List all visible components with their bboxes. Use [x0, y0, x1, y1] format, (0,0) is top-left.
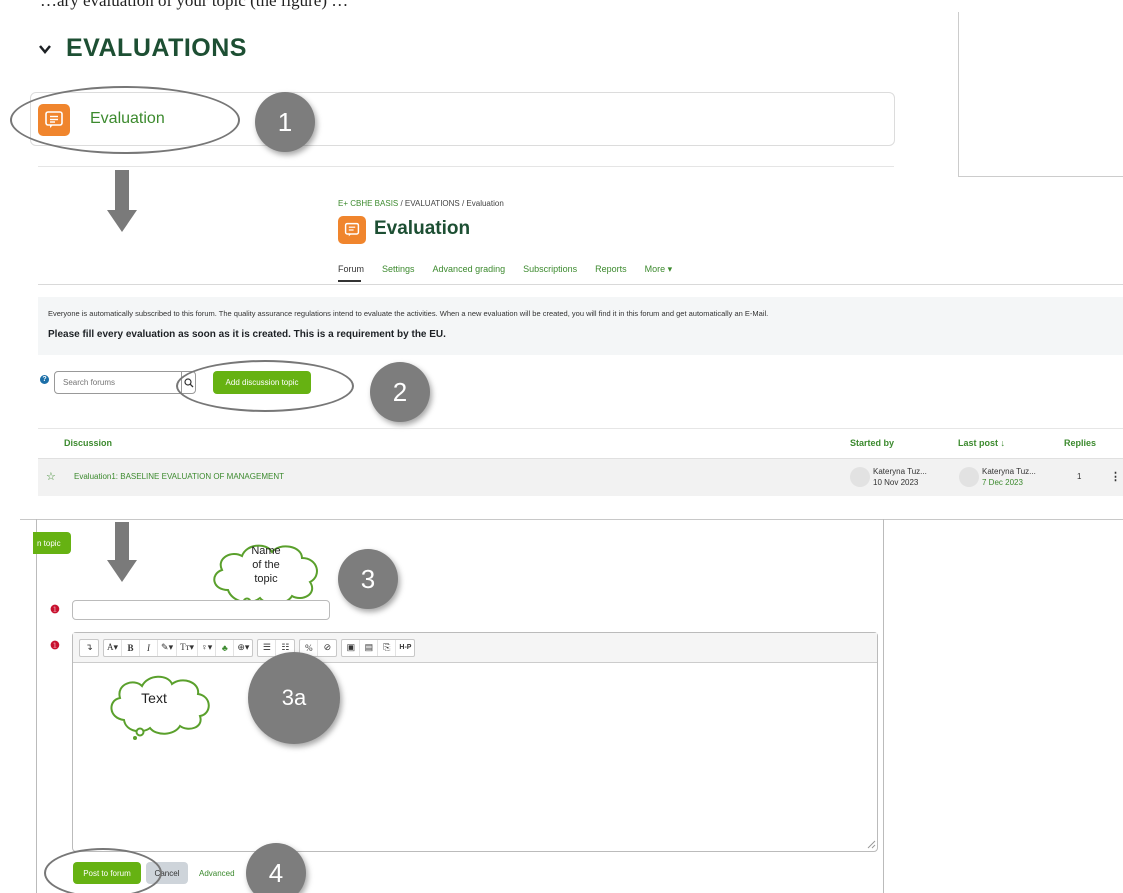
divider [38, 166, 894, 167]
cropped-caption-text: …ary evaluation of your topic (the figur… [40, 0, 349, 10]
highlight-oval [10, 86, 240, 154]
italic-icon[interactable]: I [140, 639, 159, 656]
down-arrow-icon [107, 170, 137, 232]
last-post-info: Kateryna Tuz... 7 Dec 2023 [982, 466, 1036, 488]
col-header-started-by[interactable]: Started by [850, 438, 894, 448]
callout-text: Name [251, 545, 281, 557]
section-header[interactable]: EVALUATIONS [38, 34, 247, 63]
breadcrumb-current: Evaluation [466, 199, 504, 208]
active-tab-indicator [338, 280, 361, 282]
forum-icon [338, 216, 366, 244]
last-post-name[interactable]: Kateryna Tuz... [982, 466, 1036, 477]
required-icon: ❶ [50, 604, 60, 616]
search-forums [54, 371, 196, 394]
editor-toolbar: ↴ A▾ B I ✎▾ Tт▾ ♀▾ ♣ ⊕▾ ☰ ☷ % ⊘ ▣ ▤ ⎘ H-… [73, 633, 877, 663]
toolbar-toggle-icon[interactable]: ↴ [80, 640, 98, 656]
callout-text: Text [141, 690, 167, 706]
callout-text: of the [252, 559, 280, 571]
notice-emphasis: Please fill every evaluation as soon as … [48, 329, 446, 340]
started-by-info: Kateryna Tuz... 10 Nov 2023 [873, 466, 927, 488]
divider [38, 284, 1123, 285]
replies-count: 1 [1077, 472, 1082, 481]
col-header-discussion[interactable]: Discussion [64, 438, 112, 448]
font-size-icon[interactable]: Tт▾ [177, 639, 199, 656]
add-topic-button-cropped[interactable]: n topic [33, 532, 71, 554]
section-title: EVALUATIONS [66, 34, 247, 62]
search-input[interactable] [55, 372, 181, 393]
tab-settings[interactable]: Settings [382, 264, 415, 275]
advanced-link[interactable]: Advanced [199, 869, 235, 878]
step-marker-1: 1 [255, 92, 315, 152]
background-color-icon[interactable]: ♀▾ [198, 639, 217, 656]
message-editor[interactable] [72, 632, 878, 852]
font-style-icon[interactable]: A▾ [104, 639, 123, 656]
bullet-list-icon[interactable]: ☰ [258, 639, 277, 656]
step-marker-2: 2 [370, 362, 430, 422]
col-header-replies[interactable]: Replies [1064, 438, 1096, 448]
tab-bar: Forum Settings Advanced grading Subscrip… [338, 264, 672, 275]
manage-files-icon[interactable]: ⎘ [378, 639, 397, 656]
step-marker-3a: 3a [248, 652, 340, 744]
down-arrow-icon [107, 522, 137, 582]
tab-advanced-grading[interactable]: Advanced grading [433, 264, 506, 275]
h5p-icon[interactable]: H-P [396, 640, 414, 656]
toolbar-group: ↴ [79, 638, 99, 657]
page-title: Evaluation [374, 218, 471, 239]
highlight-oval [176, 360, 354, 412]
bold-icon[interactable]: B [122, 639, 141, 656]
chevron-down-icon[interactable] [38, 42, 52, 56]
tab-more[interactable]: More ▾ [645, 264, 673, 275]
star-icon[interactable]: ☆ [46, 470, 56, 483]
started-by-name[interactable]: Kateryna Tuz... [873, 466, 927, 477]
image-icon[interactable]: ▣ [342, 639, 361, 656]
tab-subscriptions[interactable]: Subscriptions [523, 264, 577, 275]
toolbar-group: ▣ ▤ ⎘ H-P [341, 638, 416, 657]
font-color-icon[interactable]: ✎▾ [158, 639, 178, 656]
forum-intro-notice: Everyone is automatically subscribed to … [38, 297, 1123, 355]
avatar [850, 467, 870, 487]
tab-reports[interactable]: Reports [595, 264, 627, 275]
breadcrumb-section[interactable]: EVALUATIONS [405, 199, 460, 208]
breadcrumb: E+ CBHE BASIS / EVALUATIONS / Evaluation [338, 199, 504, 208]
step-marker-3: 3 [338, 549, 398, 609]
last-post-date[interactable]: 7 Dec 2023 [982, 477, 1036, 488]
media-icon[interactable]: ▤ [360, 639, 379, 656]
avatar [959, 467, 979, 487]
toolbar-group: A▾ B I ✎▾ Tт▾ ♀▾ ♣ ⊕▾ [103, 638, 254, 657]
right-panel-frame [958, 12, 1123, 177]
tab-forum[interactable]: Forum [338, 264, 364, 275]
highlight-oval [44, 848, 162, 893]
col-header-last-post[interactable]: Last post ↓ [958, 438, 1005, 448]
started-date: 10 Nov 2023 [873, 478, 919, 487]
unlink-icon[interactable]: ⊘ [318, 640, 336, 656]
resize-handle-icon[interactable] [866, 839, 876, 849]
divider [38, 428, 1123, 429]
discussion-link[interactable]: Evaluation1: BASELINE EVALUATION OF MANA… [74, 472, 284, 481]
callout-text: topic [254, 573, 278, 585]
notice-text: Everyone is automatically subscribed to … [48, 309, 769, 318]
breadcrumb-course[interactable]: E+ CBHE BASIS [338, 199, 398, 208]
language-icon[interactable]: ⊕▾ [234, 640, 252, 656]
more-actions-icon[interactable]: ⋮ [1110, 470, 1121, 483]
recycle-icon[interactable]: ♣ [216, 639, 235, 656]
callout-cloud: Text [104, 670, 214, 742]
subject-input[interactable] [72, 600, 330, 620]
help-icon[interactable]: ? [40, 375, 49, 384]
required-icon: ❶ [50, 640, 60, 652]
